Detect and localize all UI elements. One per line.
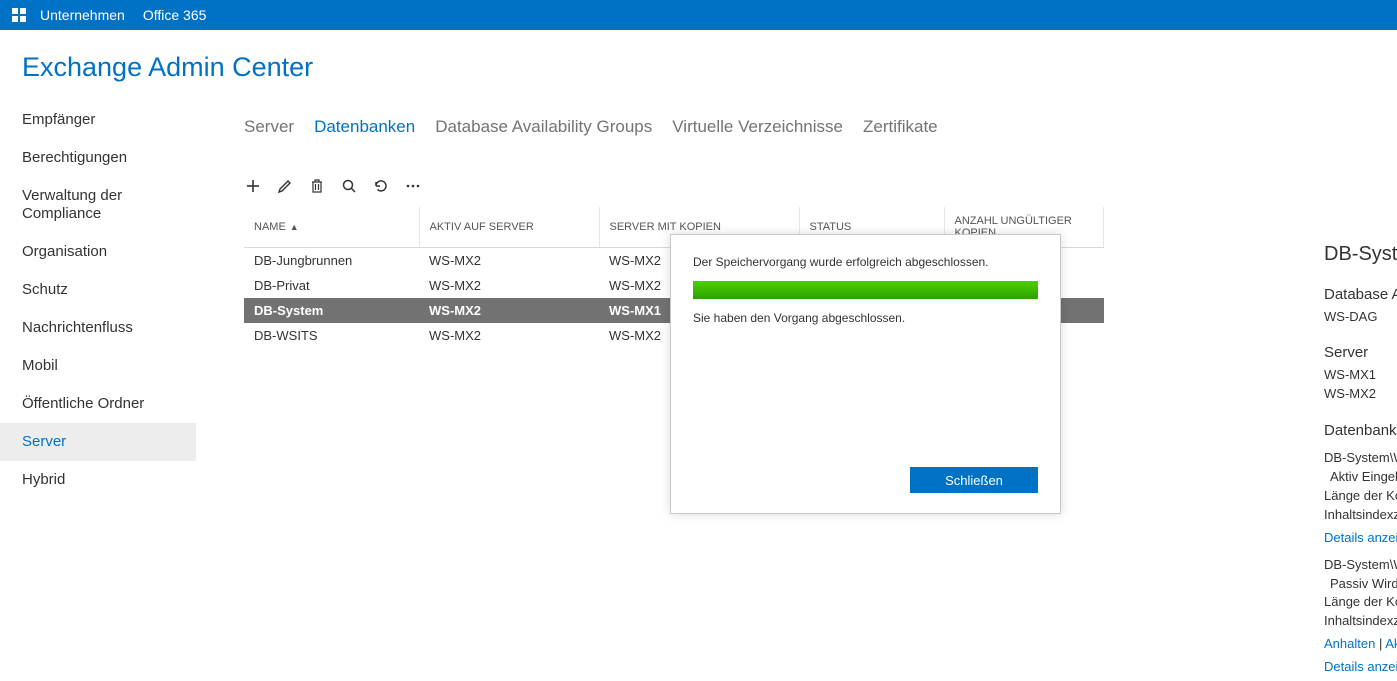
nav-compliance[interactable]: Verwaltung der Compliance (0, 177, 196, 233)
copies-label: Datenbankkopien (1324, 421, 1397, 441)
nav-empfaenger[interactable]: Empfänger (0, 101, 196, 139)
tab-zertifikate[interactable]: Zertifikate (863, 117, 938, 137)
nav-berechtigungen[interactable]: Berechtigungen (0, 139, 196, 177)
search-icon[interactable] (340, 177, 358, 195)
left-nav: Empfänger Berechtigungen Verwaltung der … (0, 101, 196, 499)
tab-virtuelle-verzeichnisse[interactable]: Virtuelle Verzeichnisse (672, 117, 843, 137)
action-anhalten[interactable]: Anhalten (1324, 636, 1375, 651)
nav-schutz[interactable]: Schutz (0, 271, 196, 309)
details-title: DB-System (1324, 241, 1397, 267)
action-aktivieren[interactable]: Aktivieren (1385, 636, 1397, 651)
refresh-icon[interactable] (372, 177, 390, 195)
progress-dialog: Der Speichervorgang wurde erfolgreich ab… (670, 234, 1061, 514)
copy-queue: Länge der Kopiewarteschlange: 0 (1324, 488, 1397, 505)
office-logo-icon (10, 6, 28, 24)
dialog-message: Sie haben den Vorgang abgeschlossen. (693, 311, 1038, 325)
top-bar: Unternehmen Office 365 (0, 0, 1397, 30)
tab-dag[interactable]: Database Availability Groups (435, 117, 652, 137)
server-value: WS-MX2 (1324, 386, 1397, 403)
details-pane: DB-System Database Availability Group: W… (1324, 241, 1397, 678)
copy-index: Inhaltsindexzustand: NichtAnwendbar (1324, 613, 1397, 630)
close-button[interactable]: Schließen (910, 467, 1038, 493)
delete-icon[interactable] (308, 177, 326, 195)
copy-status: Passiv Wird initialisiert (1324, 576, 1397, 593)
details-link[interactable]: Details anzeigen (1324, 530, 1397, 547)
copy-queue: Länge der Kopiewarteschlange: 1818 (1324, 594, 1397, 611)
topbar-office365[interactable]: Office 365 (143, 7, 207, 23)
sort-asc-icon: ▲ (290, 222, 299, 232)
tab-datenbanken[interactable]: Datenbanken (314, 117, 415, 137)
col-name[interactable]: NAME▲ (244, 207, 419, 248)
nav-mobil[interactable]: Mobil (0, 347, 196, 385)
page-title: Exchange Admin Center (0, 30, 1397, 101)
more-icon[interactable] (404, 177, 422, 195)
nav-organisation[interactable]: Organisation (0, 233, 196, 271)
col-aktiv[interactable]: AKTIV AUF SERVER (419, 207, 599, 248)
nav-server[interactable]: Server (0, 423, 196, 461)
add-icon[interactable] (244, 177, 262, 195)
dag-value: WS-DAG (1324, 309, 1397, 326)
toolbar (244, 177, 1375, 195)
dag-label: Database Availability Group: (1324, 285, 1397, 305)
copy-path: DB-System\WS-MX1 (1324, 450, 1397, 467)
copy-path: DB-System\WS-MX2 (1324, 557, 1397, 574)
progress-bar (693, 281, 1038, 299)
details-link[interactable]: Details anzeigen (1324, 659, 1397, 676)
topbar-unternehmen[interactable]: Unternehmen (40, 7, 125, 23)
nav-oeffentliche-ordner[interactable]: Öffentliche Ordner (0, 385, 196, 423)
nav-nachrichtenfluss[interactable]: Nachrichtenfluss (0, 309, 196, 347)
edit-icon[interactable] (276, 177, 294, 195)
server-label: Server (1324, 343, 1397, 363)
tab-bar: Server Datenbanken Database Availability… (244, 117, 1375, 137)
copy-status: Aktiv Eingebunden (1324, 469, 1397, 486)
nav-hybrid[interactable]: Hybrid (0, 461, 196, 499)
server-value: WS-MX1 (1324, 367, 1397, 384)
tab-server[interactable]: Server (244, 117, 294, 137)
dialog-message: Der Speichervorgang wurde erfolgreich ab… (693, 255, 1038, 269)
copy-index: Inhaltsindexzustand: NichtAnwendbar (1324, 507, 1397, 524)
